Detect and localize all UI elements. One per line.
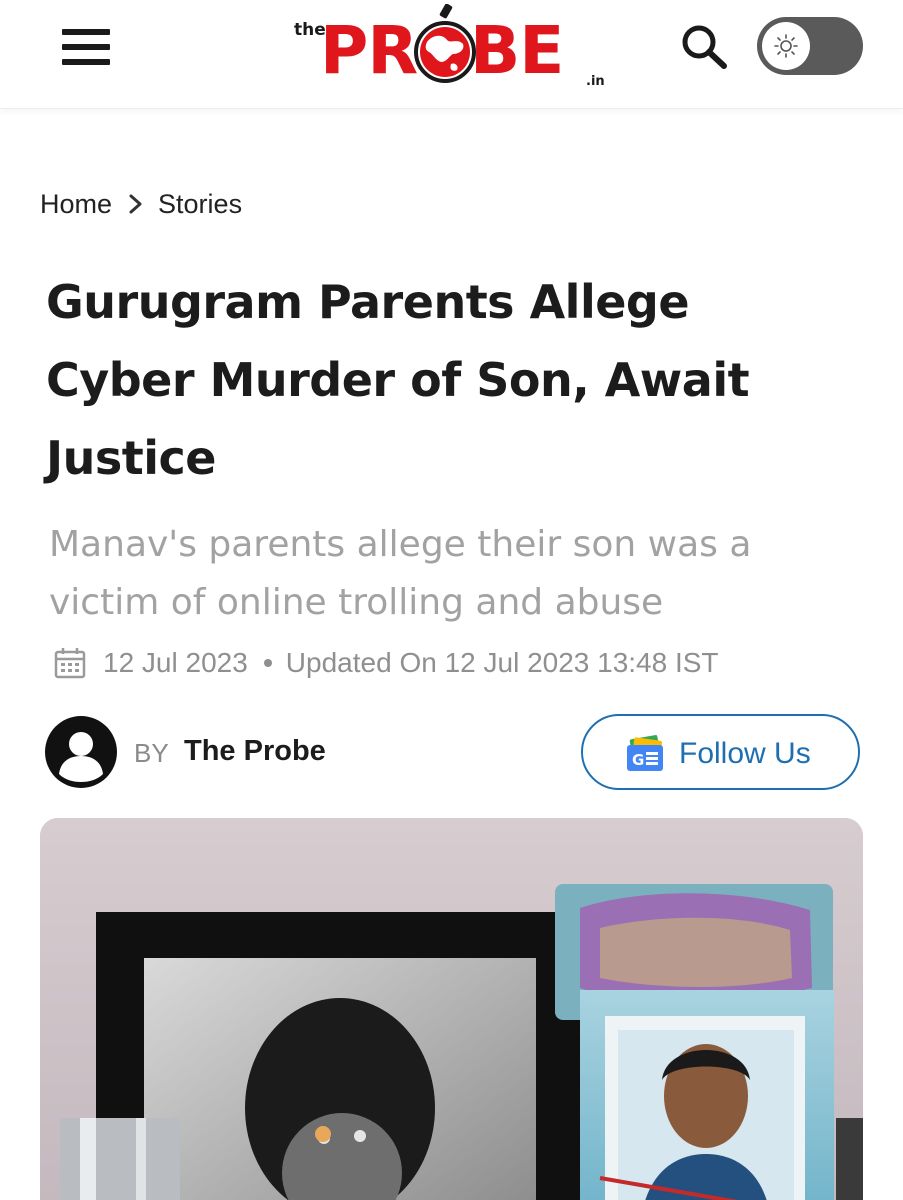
article-subtitle: Manav's parents allege their son was a v… <box>49 524 752 623</box>
logo-text-part1: PR <box>320 12 418 89</box>
logo-tld: .in <box>586 74 605 89</box>
article-hero-image <box>40 818 863 1200</box>
breadcrumb: Home Stories <box>40 184 242 224</box>
toggle-knob <box>762 22 810 70</box>
separator-dot <box>263 659 272 667</box>
sun-icon <box>774 34 798 58</box>
follow-us-button[interactable]: G Follow Us <box>581 714 860 790</box>
article-title: Gurugram Parents Allege Cyber Murder of … <box>46 275 750 485</box>
article-meta: 12 Jul 2023 Updated On 12 Jul 2023 13:48… <box>53 644 719 682</box>
updated-date: Updated On 12 Jul 2023 13:48 IST <box>285 647 719 678</box>
follow-us-label: Follow Us <box>679 737 811 770</box>
publish-date: 12 Jul 2023 <box>103 647 248 678</box>
search-icon[interactable] <box>680 24 730 70</box>
logo-text-part2: BE <box>470 12 564 89</box>
menu-bar <box>62 44 110 50</box>
breadcrumb-home[interactable]: Home <box>40 189 112 220</box>
hamburger-menu-icon[interactable] <box>62 29 110 67</box>
byline-prefix: BY <box>134 738 169 768</box>
site-logo[interactable]: the PR BE .in <box>290 0 620 100</box>
article-page: the PR BE .in Home Stories Gurugram Pare… <box>0 0 903 1200</box>
author-name[interactable]: The Probe <box>184 735 326 768</box>
menu-bar <box>62 29 110 35</box>
magnifier-globe-icon <box>414 4 476 83</box>
calendar-icon <box>54 648 86 679</box>
theme-toggle[interactable] <box>757 17 863 75</box>
breadcrumb-stories[interactable]: Stories <box>158 189 242 220</box>
site-header: the PR BE .in <box>0 0 903 109</box>
svg-text:G: G <box>632 751 644 769</box>
hero-photo <box>40 818 863 1200</box>
menu-bar <box>62 59 110 65</box>
google-news-icon: G <box>627 735 663 771</box>
author-avatar-icon[interactable] <box>45 716 117 788</box>
chevron-right-icon <box>128 193 144 215</box>
